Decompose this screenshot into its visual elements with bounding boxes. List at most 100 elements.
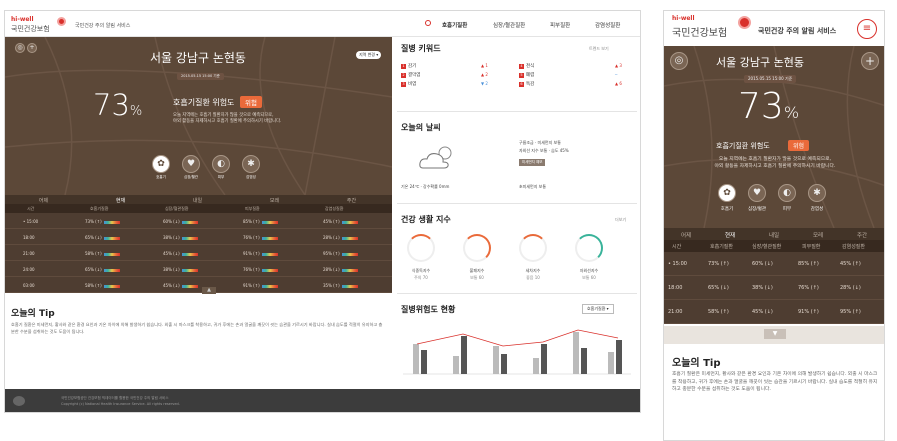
mobile-th-cardio: 심장/혈관질환 [752, 244, 782, 250]
th-skin: 피부질환 [245, 206, 260, 211]
mobile-add-icon[interactable]: + [861, 52, 879, 70]
mobile-tab-yesterday[interactable]: 어제 [664, 231, 708, 239]
discomfort-icon[interactable] [463, 234, 491, 262]
mobile-cell-respiratory: 65% (↓) [708, 285, 729, 291]
nav-respiratory[interactable]: 호흡기질환 [442, 21, 467, 29]
footer: 국민건강보험공단 건강보험 빅데이터를 활용한 국민건강 주의 알림 서비스 C… [5, 389, 640, 412]
mobile-brand-logo-icon [738, 16, 751, 29]
home-icon[interactable] [425, 20, 431, 26]
food-poisoning-icon[interactable] [407, 234, 435, 262]
tab-day-after[interactable]: 모레 [236, 197, 313, 204]
mobile-skin-icon[interactable]: ◐ [778, 184, 796, 202]
lungs-icon[interactable]: ✿ [152, 155, 170, 173]
add-icon[interactable]: + [27, 43, 37, 53]
carwash-icon[interactable] [519, 234, 547, 262]
mobile-virus-icon[interactable]: ✱ [808, 184, 826, 202]
tab-tomorrow[interactable]: 내일 [159, 197, 236, 204]
mobile-settings-icon[interactable]: ◎ [670, 52, 688, 70]
keyword-item[interactable]: 5 폐렴 [519, 72, 534, 78]
cell-time: 18:00 [23, 235, 35, 240]
nav-cardio[interactable]: 심장/혈관질환 [493, 21, 525, 29]
risk-percent: 73% [93, 88, 143, 122]
tab-weekly[interactable]: 주간 [313, 197, 390, 204]
change-region-button[interactable]: 지역 변경 ▾ [356, 51, 382, 59]
heart-icon[interactable]: ♥ [182, 155, 200, 173]
mobile-cell-infectious: 28% (↓) [840, 285, 861, 291]
keyword-change: ▲ 6 [615, 81, 622, 86]
keywords-title: 질병 키워드 [401, 44, 441, 53]
service-name: 국민건강 주의 알림 서비스 [75, 23, 131, 29]
mobile-risk-percent: 73% [738, 86, 800, 127]
weather-sub: 초미세먼지 보통 [519, 184, 547, 189]
weather-title: 오늘의 날씨 [401, 123, 441, 132]
life-name: 세차지수 [525, 268, 541, 273]
tab-yesterday[interactable]: 어제 [5, 197, 82, 204]
date-badge: 2015.05.15 15:00 기준 [177, 73, 224, 80]
life-index-panel: 건강 생활 지수 더보기 식중독지수 주의 70 불쾌지수 보통 60 세차지수… [397, 203, 637, 291]
life-name: 식중독지수 [411, 268, 431, 273]
mobile-tab-now[interactable]: 현재 [708, 231, 752, 239]
mobile-cell-time: 18:00 [668, 285, 683, 291]
virus-icon[interactable]: ✱ [242, 155, 260, 173]
cell-respiratory: 58% (↑) [85, 283, 120, 288]
nav-skin[interactable]: 피부질환 [550, 21, 570, 29]
mobile-cell-cardio: 60% (↓) [752, 261, 773, 267]
cell-infectious: 28% (↓) [323, 235, 358, 240]
mobile-tab-day-after[interactable]: 모레 [796, 231, 840, 239]
weather-temp: 기온 24℃ · 강수확률 0mm [401, 184, 450, 189]
mobile-th-infectious: 감염성질환 [842, 244, 866, 250]
mobile-heart-icon[interactable]: ♥ [748, 184, 766, 202]
nav-infectious[interactable]: 감염성질환 [595, 21, 620, 29]
skin-icon[interactable]: ◐ [212, 155, 230, 173]
cell-infectious: 28% (↓) [323, 267, 358, 272]
brand-name[interactable]: 국민건강보험 [11, 24, 50, 34]
location-title: 서울 강남구 논현동 [150, 51, 246, 65]
cell-respiratory: 73% (↑) [85, 219, 120, 224]
mobile-cell-skin: 91% (↑) [798, 309, 819, 315]
table-row: 21:00 58% (↑) 45% (↓) 91% (↑) 95% (↑) [5, 245, 392, 261]
icon-label-infectious: 감염성 [246, 175, 256, 179]
collapse-toggle[interactable]: ▲ [202, 287, 216, 294]
keyword-item[interactable]: 2 결막염 [401, 72, 420, 78]
trend-more-link[interactable]: 트렌드 보기 [589, 46, 609, 52]
mobile-icon-label: 호흡기 [720, 207, 734, 212]
keyword-change: ▲ 1 [481, 63, 488, 68]
life-more-link[interactable]: 더보기 [615, 217, 626, 223]
settings-icon[interactable]: ◎ [15, 43, 25, 53]
mobile-tab-tomorrow[interactable]: 내일 [752, 231, 796, 239]
keyword-item[interactable]: 6 독감 [519, 81, 534, 87]
keyword-change: ─ [615, 72, 618, 77]
th-respiratory: 호흡기질환 [90, 206, 109, 211]
mobile-tab-weekly[interactable]: 주간 [840, 231, 884, 239]
cell-time: • 15:00 [23, 219, 39, 224]
top-bar: hi-well 국민건강보험 국민건강 주의 알림 서비스 호흡기질환 심장/혈… [5, 11, 640, 37]
th-infectious: 감염성질환 [325, 206, 344, 211]
mobile-cell-cardio: 38% (↓) [752, 285, 773, 291]
mobile-date-badge: 2015.05.15 15:00 기준 [744, 75, 797, 83]
mobile-risk-description: 오늘 지역에는 호흡기 질환자가 많을 것으로 예측되므로, 야외 활동을 자제하… [714, 157, 836, 169]
mobile-expand-toggle[interactable]: ▼ [764, 329, 786, 339]
mobile-cell-skin: 85% (↑) [798, 261, 819, 267]
uv-icon[interactable] [575, 234, 603, 262]
dust-forecast-badge[interactable]: 미세먼지 예보 [519, 159, 546, 166]
table-row: 18:00 65% (↓) 38% (↓) 76% (↑) 28% (↓) [5, 229, 392, 245]
disease-select[interactable]: 호흡기질환 ▾ [582, 304, 614, 314]
cell-skin: 76% (↑) [243, 267, 278, 272]
mobile-lungs-icon[interactable]: ✿ [718, 184, 736, 202]
mobile-cell-cardio: 45% (↓) [752, 309, 773, 315]
icon-label-skin: 피부 [217, 175, 225, 179]
th-time: 시간 [27, 206, 35, 211]
risk-description-2: 야외 활동을 자제하시고 호흡기 질환에 주의하시기 바랍니다. [173, 119, 282, 124]
menu-icon[interactable]: ≡ [857, 19, 877, 39]
keyword-item[interactable]: 1 감기 [401, 63, 416, 69]
weather-line2: 자외선 지수 보통 · 습도 45% [519, 148, 569, 153]
hero-panel: ◎ + 서울 강남구 논현동 지역 변경 ▾ 2015.05.15 15:00 … [5, 37, 392, 195]
keyword-item[interactable]: 4 천식 [519, 63, 534, 69]
mobile-location-title: 서울 강남구 논현동 [716, 56, 804, 69]
keyword-change: ▼ 2 [481, 81, 488, 86]
mobile-brand-name[interactable]: 국민건강보험 [672, 24, 727, 39]
mobile-th-skin: 피부질환 [802, 244, 821, 250]
keyword-item[interactable]: 3 비염 [401, 81, 416, 87]
risk-status-panel: 질병위험도 현황 호흡기질환 ▾ [397, 293, 637, 387]
mobile-expand-bar: ▼ [664, 326, 884, 344]
